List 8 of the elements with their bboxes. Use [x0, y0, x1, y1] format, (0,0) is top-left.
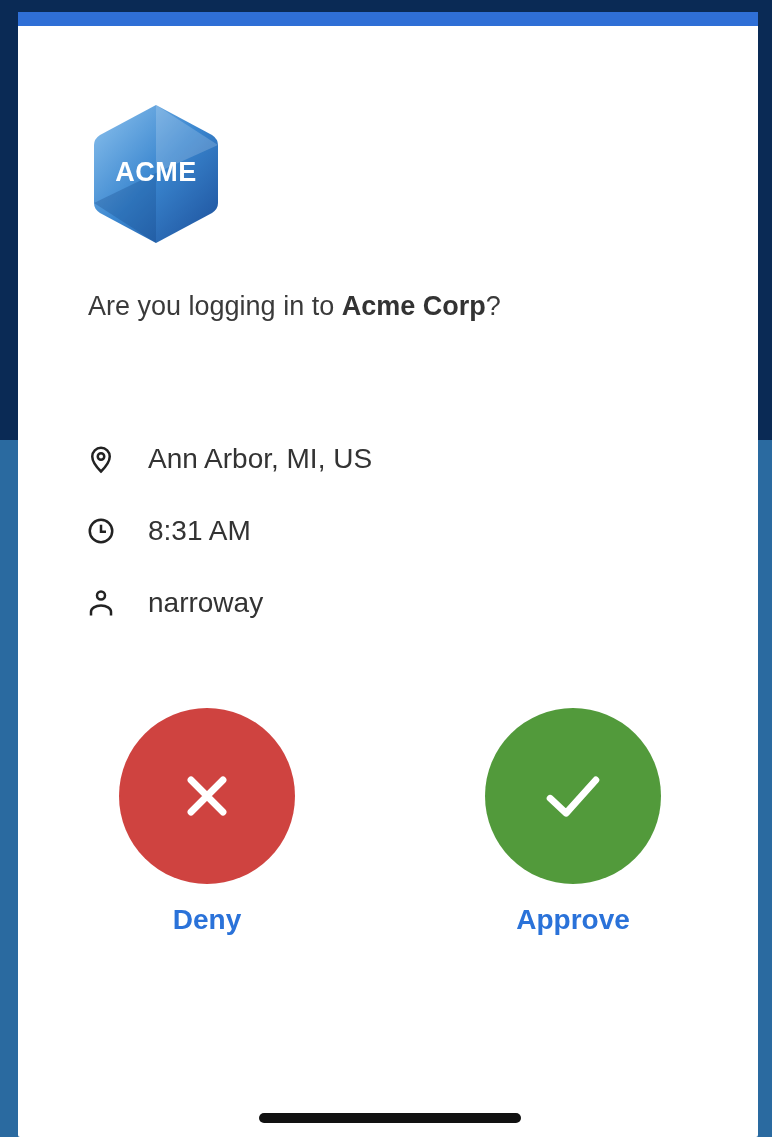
clock-icon	[86, 516, 116, 546]
detail-text: Ann Arbor, MI, US	[148, 443, 373, 475]
detail-text: 8:31 AM	[148, 515, 251, 547]
action-label[interactable]: Deny	[172, 904, 242, 936]
acme-logo: ACME	[92, 103, 220, 245]
detail-text: narroway	[148, 587, 264, 619]
login-question: Are you logging in to Acme Corp?	[88, 291, 502, 322]
action-label[interactable]: Approve	[516, 904, 630, 936]
